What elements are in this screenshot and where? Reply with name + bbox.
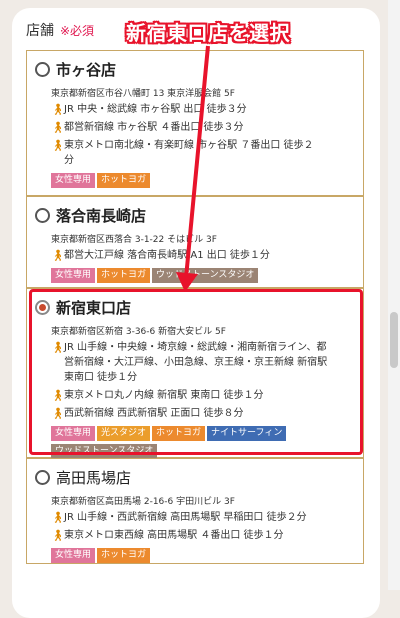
store-name: 市ヶ谷店 bbox=[56, 61, 117, 79]
walking-person-icon: 🚶︎ bbox=[51, 529, 65, 542]
tag-women-only: 女性専用 bbox=[51, 426, 96, 441]
tag-hot-yoga: ホットヨガ bbox=[97, 173, 151, 188]
tag-list: 女性専用 光スタジオ ホットヨガ ナイトサーフィン ウッドストーンスタジオ bbox=[51, 426, 331, 462]
store-option-ochiai-minami-nagasaki[interactable]: 落合南長崎店 東京都新宿区西落合 3-1-22 そはビル 3F 🚶︎ 都営大江戸線… bbox=[26, 196, 364, 288]
scrollbar-thumb[interactable] bbox=[390, 312, 398, 368]
radio-button-selected[interactable] bbox=[35, 300, 50, 315]
walking-person-icon: 🚶︎ bbox=[51, 511, 65, 524]
tag-wood-stone-studio: ウッドストーンスタジオ bbox=[51, 444, 158, 459]
access-line: 🚶︎ JR 山手線・西武新宿線 高田馬場駅 早稲田口 徒歩２分 bbox=[51, 510, 355, 525]
store-name: 高田馬場店 bbox=[56, 469, 132, 487]
access-text: 都営新宿線 市ヶ谷駅 ４番出口 徒歩３分 bbox=[64, 122, 244, 133]
store-address: 東京都新宿区新宿 3-36-6 新宿大安ビル 5F bbox=[51, 327, 226, 337]
access-text: 東京メトロ東西線 高田馬場駅 ４番出口 徒歩１分 bbox=[64, 530, 284, 541]
access-text: JR 中央・総武線 市ヶ谷駅 出口 徒歩３分 bbox=[64, 104, 247, 115]
radio-button[interactable] bbox=[35, 62, 50, 77]
access-line: 🚶︎ 東京メトロ丸ノ内線 新宿駅 東南口 徒歩１分 bbox=[51, 388, 355, 403]
tag-night-surfing: ナイトサーフィン bbox=[207, 426, 287, 441]
access-line: 🚶︎ 都営新宿線 市ヶ谷駅 ４番出口 徒歩３分 bbox=[51, 120, 355, 135]
walking-person-icon: 🚶︎ bbox=[51, 389, 65, 402]
walking-person-icon: 🚶︎ bbox=[51, 407, 65, 420]
tag-list: 女性専用 ホットヨガ bbox=[51, 548, 355, 566]
access-text: 東京メトロ丸ノ内線 新宿駅 東南口 徒歩１分 bbox=[64, 390, 264, 401]
access-text: JR 山手線・西武新宿線 高田馬場駅 早稲田口 徒歩２分 bbox=[64, 512, 307, 523]
walking-person-icon: 🚶︎ bbox=[51, 249, 65, 262]
walking-person-icon: 🚶︎ bbox=[51, 121, 65, 134]
tag-light-studio: 光スタジオ bbox=[97, 426, 151, 441]
store-option-takadanobaba[interactable]: 高田馬場店 東京都新宿区高田馬場 2-16-6 宇田川ビル 3F 🚶︎ JR 山手… bbox=[26, 458, 364, 564]
store-address: 東京都新宿区高田馬場 2-16-6 宇田川ビル 3F bbox=[51, 497, 235, 507]
tag-women-only: 女性専用 bbox=[51, 268, 96, 283]
tag-women-only: 女性専用 bbox=[51, 548, 96, 563]
radio-button[interactable] bbox=[35, 208, 50, 223]
store-header: 新宿東口店 bbox=[35, 297, 355, 318]
store-label-text: 店舗 bbox=[26, 23, 54, 39]
walking-person-icon: 🚶︎ bbox=[51, 341, 65, 354]
walking-person-icon: 🚶︎ bbox=[51, 139, 65, 152]
store-option-ichigaya[interactable]: 市ヶ谷店 東京都新宿区市谷八幡町 13 東京洋服会館 5F 🚶︎ JR 中央・総武… bbox=[26, 50, 364, 196]
tag-women-only: 女性専用 bbox=[51, 173, 96, 188]
store-field-label: 店舗 ※必須 bbox=[26, 20, 94, 40]
access-text: JR 山手線・中央線・埼京線・総武線・湘南新宿ライン、都営新宿線・大江戸線、小田… bbox=[64, 342, 328, 383]
store-address: 東京都新宿区西落合 3-1-22 そはビル 3F bbox=[51, 235, 217, 245]
radio-button[interactable] bbox=[35, 470, 50, 485]
tag-hot-yoga: ホットヨガ bbox=[97, 548, 151, 563]
store-header: 市ヶ谷店 bbox=[35, 59, 355, 80]
access-text: 東京メトロ南北線・有楽町線 市ヶ谷駅 ７番出口 徒歩２分 bbox=[64, 140, 314, 166]
access-line: 🚶︎ JR 中央・総武線 市ヶ谷駅 出口 徒歩３分 bbox=[51, 102, 355, 117]
access-line: 🚶︎ 東京メトロ東西線 高田馬場駅 ４番出口 徒歩１分 bbox=[51, 528, 355, 543]
store-header: 高田馬場店 bbox=[35, 467, 355, 488]
scrollbar-track[interactable] bbox=[388, 0, 400, 590]
access-text: 西武新宿線 西武新宿駅 正面口 徒歩８分 bbox=[64, 408, 244, 419]
annotation-banner: 新宿東口店を選択 bbox=[126, 21, 290, 45]
access-line: 🚶︎ 東京メトロ南北線・有楽町線 市ヶ谷駅 ７番出口 徒歩２分 bbox=[51, 138, 355, 168]
store-header: 落合南長崎店 bbox=[35, 205, 355, 226]
store-address: 東京都新宿区市谷八幡町 13 東京洋服会館 5F bbox=[51, 89, 235, 99]
tag-wood-stone-studio: ウッドストーンスタジオ bbox=[152, 268, 259, 283]
tag-list: 女性専用 ホットヨガ bbox=[51, 173, 355, 191]
access-text: 都営大江戸線 落合南長崎駅 A1 出口 徒歩１分 bbox=[64, 250, 270, 261]
store-option-shinjuku-higashiguchi[interactable]: 新宿東口店 東京都新宿区新宿 3-36-6 新宿大安ビル 5F 🚶︎ JR 山手線… bbox=[26, 288, 364, 459]
store-name: 落合南長崎店 bbox=[56, 207, 147, 225]
access-line: 🚶︎ 西武新宿線 西武新宿駅 正面口 徒歩８分 bbox=[51, 406, 355, 421]
access-line: 🚶︎ JR 山手線・中央線・埼京線・総武線・湘南新宿ライン、都営新宿線・大江戸線、… bbox=[51, 340, 355, 385]
tag-hot-yoga: ホットヨガ bbox=[152, 426, 206, 441]
tag-hot-yoga: ホットヨガ bbox=[97, 268, 151, 283]
store-name: 新宿東口店 bbox=[56, 299, 132, 317]
tag-list: 女性専用 ホットヨガ ウッドストーンスタジオ bbox=[51, 268, 355, 286]
walking-person-icon: 🚶︎ bbox=[51, 103, 65, 116]
access-line: 🚶︎ 都営大江戸線 落合南長崎駅 A1 出口 徒歩１分 bbox=[51, 248, 355, 263]
required-mark: ※必須 bbox=[60, 24, 95, 38]
